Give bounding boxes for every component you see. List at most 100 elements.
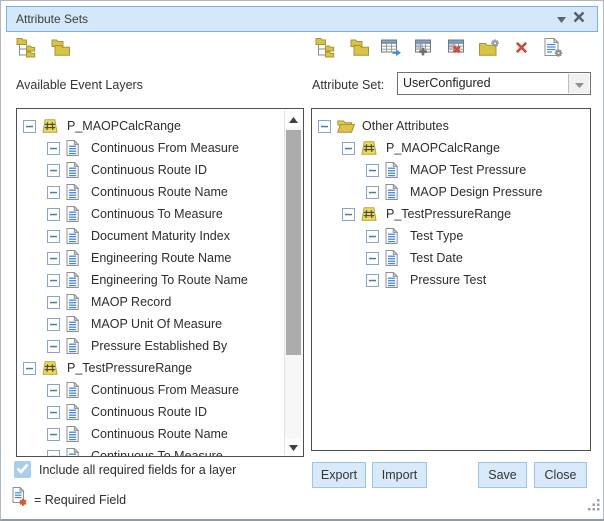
include-required-fields-row: Include all required fields for a layer xyxy=(14,461,236,478)
collapse-set-tree-button[interactable] xyxy=(346,38,372,62)
tree-row: MAOP Test Pressure xyxy=(318,159,590,181)
collapse-toggle[interactable] xyxy=(23,362,36,375)
include-required-fields-checkbox[interactable] xyxy=(14,461,31,478)
tree-node-label[interactable]: Document Maturity Index xyxy=(89,229,232,243)
tree-row: Continuous From Measure xyxy=(23,137,303,159)
tree-row: P_TestPressureRange xyxy=(318,203,590,225)
close-icon xyxy=(573,10,585,28)
close-window-button[interactable] xyxy=(570,10,588,28)
resize-grip[interactable] xyxy=(588,498,600,516)
collapse-toggle[interactable] xyxy=(47,230,60,243)
tree-node-label[interactable]: MAOP Record xyxy=(89,295,173,309)
collapse-toggle[interactable] xyxy=(47,208,60,221)
tree-node-label[interactable]: P_TestPressureRange xyxy=(384,207,513,221)
collapse-toggle[interactable] xyxy=(47,340,60,353)
add-layer-button[interactable] xyxy=(378,38,404,62)
dropdown-arrow-button[interactable] xyxy=(568,74,589,93)
left-panel-scrollbar[interactable] xyxy=(284,110,302,455)
collapse-toggle[interactable] xyxy=(47,406,60,419)
tree-indent xyxy=(318,236,366,237)
attribute-sets-dialog: Attribute Sets xyxy=(0,0,604,521)
import-button[interactable]: Import xyxy=(372,462,427,488)
tree-node-label[interactable]: Continuous Route ID xyxy=(89,163,209,177)
window-menu-button[interactable] xyxy=(552,10,570,28)
tree-row: Pressure Test xyxy=(318,269,590,291)
tree-node-label[interactable]: P_TestPressureRange xyxy=(65,361,194,375)
tree-node-label[interactable]: Other Attributes xyxy=(360,119,451,133)
field-icon xyxy=(66,140,85,156)
delete-x-icon xyxy=(514,40,529,60)
collapse-toggle[interactable] xyxy=(366,252,379,265)
tree-indent xyxy=(318,148,342,149)
collapse-toggle[interactable] xyxy=(23,120,36,133)
required-field-label: = Required Field xyxy=(34,493,126,507)
chevron-down-icon xyxy=(557,10,566,28)
collapse-toggle[interactable] xyxy=(342,142,355,155)
tree-node-label[interactable]: P_MAOPCalcRange xyxy=(384,141,502,155)
collapse-toggle[interactable] xyxy=(47,164,60,177)
scroll-down-button[interactable] xyxy=(285,438,302,455)
attribute-set-properties-button[interactable] xyxy=(541,38,567,62)
field-icon xyxy=(66,448,85,457)
attribute-set-label: Attribute Set: xyxy=(312,78,384,92)
save-button[interactable]: Save xyxy=(478,462,527,488)
collapse-toggle[interactable] xyxy=(47,252,60,265)
event-layer-icon xyxy=(361,207,380,221)
tree-node-label[interactable]: Engineering To Route Name xyxy=(89,273,250,287)
collapse-toggle[interactable] xyxy=(366,274,379,287)
collapse-toggle[interactable] xyxy=(47,186,60,199)
document-gear-icon xyxy=(544,38,563,63)
folders-icon xyxy=(49,39,71,62)
expand-set-tree-button[interactable] xyxy=(313,38,339,62)
attribute-set-tree: Other Attributes P_MAOPCalcRange MAOP Test… xyxy=(318,115,590,291)
collapse-toggle[interactable] xyxy=(47,450,60,458)
tree-node-label[interactable]: P_MAOPCalcRange xyxy=(65,119,183,133)
field-icon xyxy=(66,338,85,354)
tree-node-label[interactable]: Continuous Route Name xyxy=(89,185,230,199)
tree-node-label[interactable]: Continuous To Measure xyxy=(89,207,225,221)
tree-node-label[interactable]: Continuous From Measure xyxy=(89,383,241,397)
tree-node-label[interactable]: Continuous From Measure xyxy=(89,141,241,155)
tree-node-label[interactable]: MAOP Unit Of Measure xyxy=(89,317,224,331)
collapse-toggle[interactable] xyxy=(47,384,60,397)
new-attribute-set-button[interactable] xyxy=(476,38,502,62)
collapse-toggle[interactable] xyxy=(366,164,379,177)
tree-node-label[interactable]: Pressure Established By xyxy=(89,339,229,353)
scrollbar-thumb[interactable] xyxy=(286,130,301,355)
collapse-toggle[interactable] xyxy=(366,186,379,199)
field-icon xyxy=(385,228,404,244)
table-add-icon xyxy=(413,39,434,61)
collapse-toggle[interactable] xyxy=(47,142,60,155)
available-event-layers-label: Available Event Layers xyxy=(16,78,143,92)
folder-tree-icon xyxy=(16,37,38,63)
collapse-toggle[interactable] xyxy=(47,296,60,309)
export-button[interactable]: Export xyxy=(312,462,366,488)
collapse-toggle[interactable] xyxy=(47,318,60,331)
collapse-toggle[interactable] xyxy=(342,208,355,221)
field-icon xyxy=(66,162,85,178)
scroll-up-button[interactable] xyxy=(285,110,302,127)
remove-field-button[interactable] xyxy=(443,38,469,62)
collapse-toggle[interactable] xyxy=(366,230,379,243)
collapse-toggle[interactable] xyxy=(318,120,331,133)
attribute-set-dropdown[interactable]: UserConfigured xyxy=(397,72,591,95)
collapse-toggle[interactable] xyxy=(47,428,60,441)
close-button[interactable]: Close xyxy=(534,462,587,488)
delete-attribute-set-button[interactable] xyxy=(508,38,534,62)
tree-node-label[interactable]: MAOP Design Pressure xyxy=(408,185,544,199)
expand-all-button[interactable] xyxy=(14,38,40,62)
tree-node-label[interactable]: Engineering Route Name xyxy=(89,251,233,265)
tree-node-label[interactable]: Pressure Test xyxy=(408,273,488,287)
field-icon xyxy=(66,184,85,200)
tree-node-label[interactable]: Test Date xyxy=(408,251,465,265)
collapse-all-button[interactable] xyxy=(47,38,73,62)
folders-icon xyxy=(348,39,370,62)
tree-node-label[interactable]: MAOP Test Pressure xyxy=(408,163,528,177)
tree-node-label[interactable]: Continuous To Measure xyxy=(89,449,225,457)
add-field-button[interactable] xyxy=(411,38,437,62)
tree-row: P_TestPressureRange xyxy=(23,357,303,379)
tree-node-label[interactable]: Continuous Route ID xyxy=(89,405,209,419)
tree-node-label[interactable]: Continuous Route Name xyxy=(89,427,230,441)
tree-node-label[interactable]: Test Type xyxy=(408,229,465,243)
collapse-toggle[interactable] xyxy=(47,274,60,287)
